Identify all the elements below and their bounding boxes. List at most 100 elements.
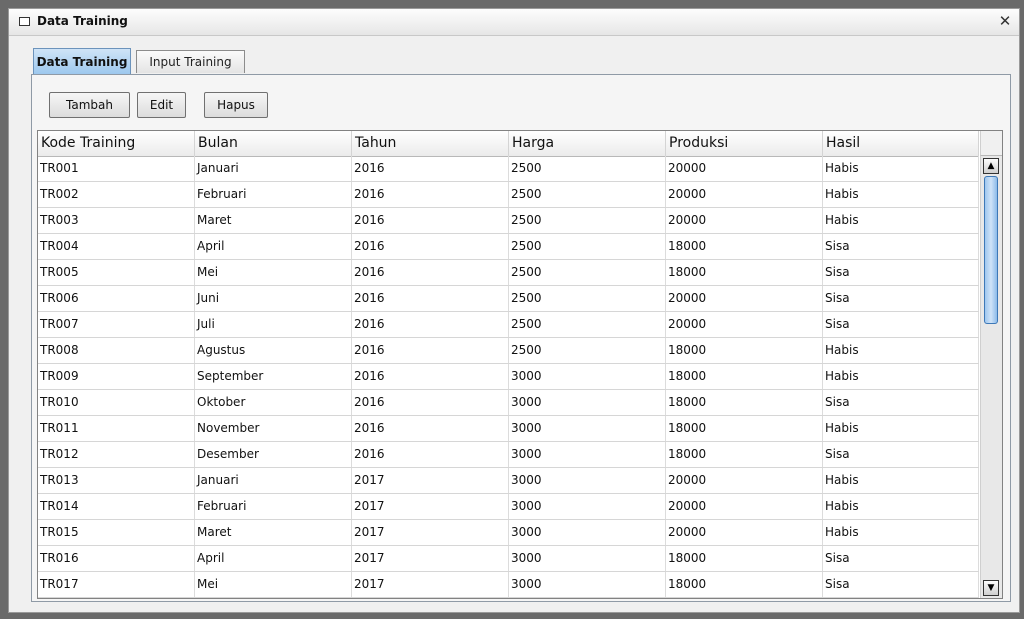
scroll-thumb[interactable] — [984, 176, 998, 324]
cell-hasil[interactable]: Habis — [823, 416, 979, 441]
cell-kode[interactable]: TR001 — [38, 156, 195, 181]
cell-tahun[interactable]: 2016 — [352, 208, 509, 233]
cell-tahun[interactable]: 2016 — [352, 156, 509, 181]
cell-kode[interactable]: TR007 — [38, 312, 195, 337]
cell-harga[interactable]: 2500 — [509, 156, 666, 181]
table-row[interactable]: TR009 September 2016 3000 18000 Habis — [38, 364, 979, 390]
cell-hasil[interactable]: Sisa — [823, 312, 979, 337]
cell-bulan[interactable]: Januari — [195, 156, 352, 181]
cell-produksi[interactable]: 20000 — [666, 208, 823, 233]
cell-hasil[interactable]: Habis — [823, 520, 979, 545]
cell-produksi[interactable]: 18000 — [666, 390, 823, 415]
table-row[interactable]: TR006 Juni 2016 2500 20000 Sisa — [38, 286, 979, 312]
vertical-scrollbar[interactable]: ▲ ▼ — [980, 156, 1002, 598]
cell-harga[interactable]: 2500 — [509, 182, 666, 207]
table-row[interactable]: TR016 April 2017 3000 18000 Sisa — [38, 546, 979, 572]
cell-tahun[interactable]: 2016 — [352, 364, 509, 389]
scroll-up-icon[interactable]: ▲ — [983, 158, 999, 174]
cell-kode[interactable]: TR008 — [38, 338, 195, 363]
cell-hasil[interactable]: Habis — [823, 338, 979, 363]
delete-button[interactable]: Hapus — [204, 92, 268, 118]
cell-bulan[interactable]: April — [195, 234, 352, 259]
cell-tahun[interactable]: 2016 — [352, 182, 509, 207]
cell-produksi[interactable]: 20000 — [666, 494, 823, 519]
cell-tahun[interactable]: 2016 — [352, 312, 509, 337]
cell-produksi[interactable]: 18000 — [666, 364, 823, 389]
column-header-harga[interactable]: Harga — [509, 131, 666, 156]
cell-tahun[interactable]: 2016 — [352, 416, 509, 441]
cell-tahun[interactable]: 2016 — [352, 338, 509, 363]
column-header-bulan[interactable]: Bulan — [195, 131, 352, 156]
cell-kode[interactable]: TR010 — [38, 390, 195, 415]
table-row[interactable]: TR008 Agustus 2016 2500 18000 Habis — [38, 338, 979, 364]
cell-produksi[interactable]: 20000 — [666, 520, 823, 545]
cell-produksi[interactable]: 18000 — [666, 260, 823, 285]
cell-bulan[interactable]: Maret — [195, 208, 352, 233]
cell-produksi[interactable]: 18000 — [666, 338, 823, 363]
cell-bulan[interactable]: Desember — [195, 442, 352, 467]
column-header-tahun[interactable]: Tahun — [352, 131, 509, 156]
cell-kode[interactable]: TR012 — [38, 442, 195, 467]
cell-hasil[interactable]: Sisa — [823, 390, 979, 415]
cell-harga[interactable]: 3000 — [509, 572, 666, 597]
cell-bulan[interactable]: Mei — [195, 260, 352, 285]
cell-hasil[interactable]: Sisa — [823, 572, 979, 597]
cell-tahun[interactable]: 2016 — [352, 442, 509, 467]
tab-data-training[interactable]: Data Training — [33, 48, 131, 74]
cell-hasil[interactable]: Habis — [823, 494, 979, 519]
edit-button[interactable]: Edit — [137, 92, 186, 118]
cell-harga[interactable]: 2500 — [509, 286, 666, 311]
cell-hasil[interactable]: Habis — [823, 156, 979, 181]
table-row[interactable]: TR001 Januari 2016 2500 20000 Habis — [38, 156, 979, 182]
cell-tahun[interactable]: 2017 — [352, 572, 509, 597]
cell-harga[interactable]: 2500 — [509, 338, 666, 363]
cell-produksi[interactable]: 18000 — [666, 442, 823, 467]
table-row[interactable]: TR015 Maret 2017 3000 20000 Habis — [38, 520, 979, 546]
cell-hasil[interactable]: Habis — [823, 182, 979, 207]
cell-harga[interactable]: 3000 — [509, 494, 666, 519]
cell-bulan[interactable]: Maret — [195, 520, 352, 545]
table-row[interactable]: TR011 November 2016 3000 18000 Habis — [38, 416, 979, 442]
training-data-grid[interactable]: Kode Training Bulan Tahun Harga Produksi… — [37, 130, 1003, 599]
table-row[interactable]: TR012 Desember 2016 3000 18000 Sisa — [38, 442, 979, 468]
cell-produksi[interactable]: 18000 — [666, 546, 823, 571]
cell-kode[interactable]: TR003 — [38, 208, 195, 233]
cell-bulan[interactable]: Oktober — [195, 390, 352, 415]
cell-kode[interactable]: TR017 — [38, 572, 195, 597]
cell-bulan[interactable]: November — [195, 416, 352, 441]
table-row[interactable]: TR005 Mei 2016 2500 18000 Sisa — [38, 260, 979, 286]
cell-tahun[interactable]: 2017 — [352, 494, 509, 519]
cell-kode[interactable]: TR015 — [38, 520, 195, 545]
cell-kode[interactable]: TR011 — [38, 416, 195, 441]
cell-bulan[interactable]: April — [195, 546, 352, 571]
cell-produksi[interactable]: 20000 — [666, 468, 823, 493]
cell-harga[interactable]: 2500 — [509, 260, 666, 285]
cell-kode[interactable]: TR009 — [38, 364, 195, 389]
cell-produksi[interactable]: 20000 — [666, 286, 823, 311]
cell-harga[interactable]: 3000 — [509, 442, 666, 467]
column-header-kode[interactable]: Kode Training — [38, 131, 195, 156]
table-row[interactable]: TR002 Februari 2016 2500 20000 Habis — [38, 182, 979, 208]
cell-hasil[interactable]: Habis — [823, 364, 979, 389]
cell-kode[interactable]: TR005 — [38, 260, 195, 285]
cell-tahun[interactable]: 2016 — [352, 390, 509, 415]
cell-tahun[interactable]: 2016 — [352, 286, 509, 311]
cell-harga[interactable]: 3000 — [509, 468, 666, 493]
cell-bulan[interactable]: Agustus — [195, 338, 352, 363]
table-row[interactable]: TR003 Maret 2016 2500 20000 Habis — [38, 208, 979, 234]
cell-kode[interactable]: TR004 — [38, 234, 195, 259]
cell-produksi[interactable]: 18000 — [666, 234, 823, 259]
cell-tahun[interactable]: 2017 — [352, 546, 509, 571]
cell-harga[interactable]: 3000 — [509, 364, 666, 389]
cell-hasil[interactable]: Sisa — [823, 286, 979, 311]
cell-hasil[interactable]: Sisa — [823, 260, 979, 285]
close-icon[interactable]: ✕ — [997, 13, 1013, 29]
column-header-hasil[interactable]: Hasil — [823, 131, 979, 156]
cell-kode[interactable]: TR014 — [38, 494, 195, 519]
cell-produksi[interactable]: 20000 — [666, 182, 823, 207]
cell-harga[interactable]: 2500 — [509, 234, 666, 259]
cell-harga[interactable]: 3000 — [509, 520, 666, 545]
cell-hasil[interactable]: Habis — [823, 208, 979, 233]
cell-bulan[interactable]: September — [195, 364, 352, 389]
cell-tahun[interactable]: 2017 — [352, 520, 509, 545]
